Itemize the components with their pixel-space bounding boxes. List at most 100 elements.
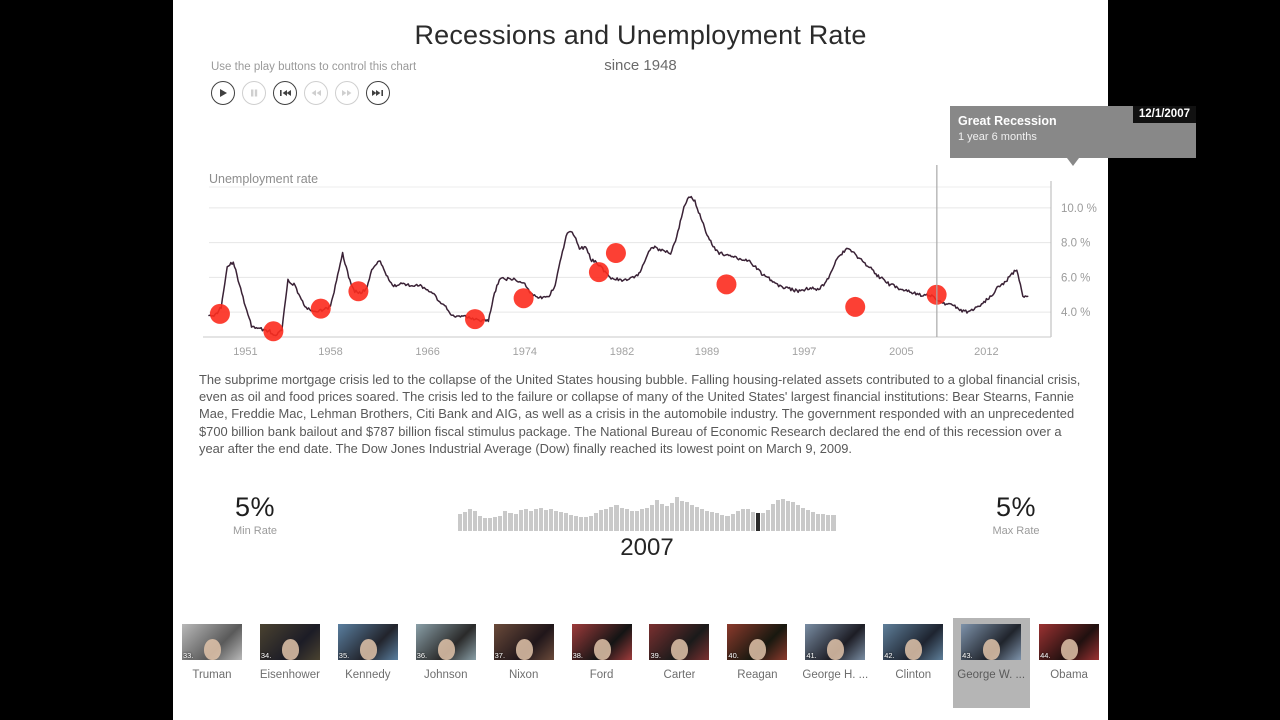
timeline-bar[interactable]	[553, 510, 558, 531]
timeline-bar[interactable]	[528, 511, 533, 531]
timeline-bar[interactable]	[503, 511, 508, 531]
timeline-bar[interactable]	[700, 509, 705, 531]
recession-marker[interactable]	[845, 296, 866, 317]
timeline-bar[interactable]	[498, 515, 503, 531]
timeline-bar[interactable]	[715, 513, 720, 531]
recession-marker[interactable]	[716, 274, 737, 295]
timeline-bar[interactable]	[609, 506, 614, 531]
timeline-bar[interactable]	[483, 517, 488, 531]
timeline-bar[interactable]	[558, 512, 563, 531]
timeline-bar[interactable]	[821, 514, 826, 531]
timeline-bar[interactable]	[801, 508, 806, 531]
timeline-bar[interactable]	[533, 508, 538, 531]
president-item-eisenhower[interactable]: 34. Eisenhower	[251, 618, 328, 708]
president-item-nixon[interactable]: 37. Nixon	[485, 618, 562, 708]
timeline-cursor-bar[interactable]	[755, 513, 760, 531]
fast-forward-button[interactable]	[335, 81, 359, 105]
timeline-bar[interactable]	[563, 513, 569, 531]
recession-marker[interactable]	[513, 288, 534, 309]
timeline-bar[interactable]	[599, 510, 604, 531]
president-item-reagan[interactable]: 40. Reagan	[719, 618, 796, 708]
timeline-bar[interactable]	[574, 516, 579, 531]
timeline-bar[interactable]	[589, 515, 594, 531]
timeline-bar[interactable]	[826, 514, 831, 531]
recession-marker[interactable]	[209, 303, 230, 324]
timeline-bar[interactable]	[493, 517, 498, 531]
president-item-carter[interactable]: 39. Carter	[641, 618, 718, 708]
president-item-george-w[interactable]: 43. George W. ...	[952, 618, 1030, 708]
timeline-bar[interactable]	[523, 508, 528, 531]
president-selector[interactable]: 33. Truman 34. Eisenhower 35. Kennedy 36. Johns…	[173, 618, 1108, 708]
timeline-bar[interactable]	[664, 506, 669, 531]
timeline-bar[interactable]	[488, 518, 493, 531]
timeline-bar[interactable]	[538, 508, 543, 531]
chart-plot-area[interactable]: 4.0 % 6.0 % 8.0 % 10.0 % 1951 1958 1966 1974 198…	[173, 165, 1108, 360]
timeline-bar[interactable]	[695, 507, 700, 531]
timeline-bar[interactable]	[786, 501, 791, 531]
president-item-obama[interactable]: 44. Obama	[1031, 618, 1108, 708]
timeline-bar[interactable]	[725, 515, 730, 531]
president-item-ford[interactable]: 38. Ford	[563, 618, 640, 708]
unemployment-chart[interactable]: Unemployment rate 4.0 % 6.0 % 8.0 % 10.0 % 1…	[173, 165, 1108, 360]
timeline-bar[interactable]	[649, 505, 654, 531]
timeline-bar[interactable]	[619, 508, 624, 531]
timeline-scrubber[interactable]	[458, 495, 836, 531]
timeline-bar[interactable]	[806, 510, 811, 531]
timeline-bar[interactable]	[543, 509, 548, 531]
timeline-bar[interactable]	[730, 514, 735, 531]
timeline-bar[interactable]	[710, 512, 715, 531]
president-item-clinton[interactable]: 42. Clinton	[875, 618, 952, 708]
timeline-bar[interactable]	[705, 511, 710, 531]
timeline-bar[interactable]	[775, 500, 780, 531]
timeline-bar[interactable]	[745, 509, 750, 531]
timeline-bar[interactable]	[796, 505, 801, 531]
timeline-bar[interactable]	[478, 516, 483, 531]
timeline-bar[interactable]	[579, 516, 584, 531]
timeline-bar[interactable]	[614, 505, 619, 531]
play-button[interactable]	[211, 81, 235, 105]
timeline-bar[interactable]	[473, 510, 478, 531]
timeline-bar[interactable]	[634, 511, 639, 531]
recession-marker[interactable]	[348, 281, 369, 302]
skip-to-end-button[interactable]	[366, 81, 390, 105]
timeline-bar[interactable]	[675, 497, 680, 531]
recession-marker[interactable]	[310, 298, 331, 319]
timeline-bar[interactable]	[685, 502, 690, 531]
recession-marker[interactable]	[588, 262, 609, 283]
timeline-bar[interactable]	[811, 512, 816, 531]
recession-marker[interactable]	[605, 243, 626, 264]
timeline-bar[interactable]	[831, 515, 836, 531]
timeline-bar[interactable]	[513, 513, 518, 531]
timeline-bar[interactable]	[770, 503, 775, 531]
recession-marker[interactable]	[465, 309, 486, 330]
president-item-george-h[interactable]: 41. George H. ...	[797, 618, 874, 708]
recession-marker[interactable]	[263, 321, 284, 342]
timeline-bar[interactable]	[468, 509, 473, 531]
skip-to-start-button[interactable]	[273, 81, 297, 105]
timeline-bar[interactable]	[604, 508, 609, 531]
timeline-bar[interactable]	[584, 517, 589, 531]
timeline-bars[interactable]	[458, 495, 836, 531]
timeline-bar[interactable]	[760, 512, 765, 531]
pause-button[interactable]	[242, 81, 266, 105]
president-item-truman[interactable]: 33. Truman	[174, 618, 251, 708]
timeline-bar[interactable]	[458, 514, 463, 531]
president-item-kennedy[interactable]: 35. Kennedy	[329, 618, 406, 708]
timeline-bar[interactable]	[518, 510, 523, 531]
timeline-bar[interactable]	[669, 503, 675, 531]
timeline-bar[interactable]	[680, 501, 685, 531]
rewind-button[interactable]	[304, 81, 328, 105]
timeline-bar[interactable]	[639, 509, 644, 531]
timeline-bar[interactable]	[720, 514, 725, 531]
timeline-bar[interactable]	[791, 502, 796, 531]
timeline-bar[interactable]	[740, 508, 745, 531]
timeline-bar[interactable]	[690, 505, 695, 531]
timeline-bar[interactable]	[659, 503, 664, 531]
timeline-bar[interactable]	[569, 514, 574, 531]
timeline-bar[interactable]	[508, 512, 513, 531]
timeline-bar[interactable]	[624, 509, 629, 531]
timeline-bar[interactable]	[644, 508, 649, 531]
timeline-bar[interactable]	[463, 512, 468, 531]
timeline-bar[interactable]	[816, 513, 821, 531]
timeline-bar[interactable]	[735, 511, 740, 531]
